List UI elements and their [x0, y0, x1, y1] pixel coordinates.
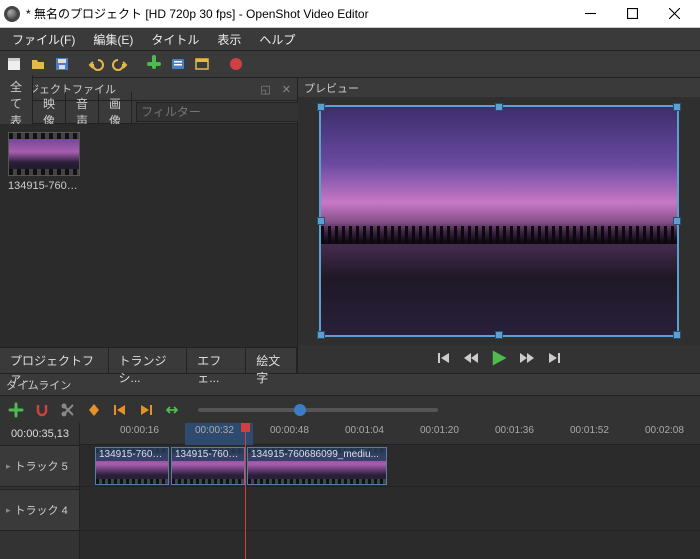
resize-handle[interactable] — [495, 103, 503, 111]
razor-button[interactable] — [58, 400, 78, 420]
track-4-header[interactable]: ▸トラック 4 — [0, 489, 79, 531]
timeline-ruler[interactable]: 00:00:16 00:00:32 00:00:48 00:01:04 00:0… — [80, 423, 700, 445]
track-area[interactable]: 00:00:16 00:00:32 00:00:48 00:01:04 00:0… — [80, 423, 700, 559]
fast-forward-button[interactable] — [519, 350, 535, 369]
tab-transitions[interactable]: トランジシ... — [109, 348, 188, 373]
undo-button[interactable] — [86, 54, 106, 74]
profile-button[interactable] — [168, 54, 188, 74]
project-file-item[interactable]: 134915-7606... — [8, 132, 80, 192]
left-panel-tabs: プロジェクトファ... トランジシ... エフェ... 絵文字 — [0, 347, 297, 373]
ruler-tick: 00:00:48 — [270, 425, 309, 436]
clip-label: 134915-760686... — [96, 448, 168, 461]
clip-label: 134915-760686... — [172, 448, 244, 461]
preview-frame[interactable] — [319, 105, 679, 337]
timeline-title: タイムライン — [6, 377, 71, 393]
next-marker-button[interactable] — [136, 400, 156, 420]
save-project-button[interactable] — [52, 54, 72, 74]
play-button[interactable] — [489, 348, 509, 371]
preview-viewport[interactable] — [298, 97, 700, 345]
thumbnail-label: 134915-7606... — [8, 180, 80, 192]
zoom-thumb[interactable] — [294, 404, 306, 416]
new-project-button[interactable] — [4, 54, 24, 74]
ruler-tick: 00:01:52 — [570, 425, 609, 436]
resize-handle[interactable] — [495, 331, 503, 339]
menu-view[interactable]: 表示 — [209, 29, 249, 50]
resize-handle[interactable] — [317, 331, 325, 339]
resize-handle[interactable] — [673, 331, 681, 339]
clip[interactable]: 134915-760686... — [95, 447, 169, 485]
minimize-button[interactable] — [578, 2, 602, 26]
export-button[interactable] — [226, 54, 246, 74]
tab-project-files[interactable]: プロジェクトファ... — [0, 348, 109, 373]
maximize-button[interactable] — [620, 2, 644, 26]
ruler-tick: 00:01:04 — [345, 425, 384, 436]
center-playhead-button[interactable] — [162, 400, 182, 420]
ruler-tick: 00:02:08 — [645, 425, 684, 436]
resize-handle[interactable] — [317, 103, 325, 111]
project-files-panel: プロジェクトファイル ◱ ✕ 全て表示 映像 音声 画像 134915-7606… — [0, 78, 298, 373]
window-title: * 無名のプロジェクト [HD 720p 30 fps] - OpenShot … — [26, 5, 578, 22]
menu-file[interactable]: ファイル(F) — [4, 29, 83, 50]
resize-handle[interactable] — [673, 217, 681, 225]
menubar: ファイル(F) 編集(E) タイトル 表示 ヘルプ — [0, 28, 700, 50]
jump-end-button[interactable] — [545, 350, 561, 369]
tab-effects[interactable]: エフェ... — [187, 348, 246, 373]
ruler-tick: 00:00:16 — [120, 425, 159, 436]
zoom-slider[interactable] — [198, 408, 438, 412]
window-titlebar: * 無名のプロジェクト [HD 720p 30 fps] - OpenShot … — [0, 0, 700, 28]
jump-start-button[interactable] — [437, 350, 453, 369]
filter-input[interactable] — [136, 102, 301, 122]
timecode-display: 00:00:35,13 — [0, 423, 80, 445]
track-5-header[interactable]: ▸トラック 5 — [0, 445, 79, 487]
menu-title[interactable]: タイトル — [143, 29, 207, 50]
project-files-list[interactable]: 134915-7606... — [0, 124, 297, 347]
ruler-tick: 00:01:36 — [495, 425, 534, 436]
resize-handle[interactable] — [317, 217, 325, 225]
clip[interactable]: 134915-760686099_mediu... — [247, 447, 387, 485]
playback-controls — [298, 345, 700, 373]
main-toolbar — [0, 50, 700, 78]
import-files-button[interactable] — [144, 54, 164, 74]
preview-panel: プレビュー — [298, 78, 700, 373]
menu-edit[interactable]: 編集(E) — [85, 29, 141, 50]
ruler-tick: 00:01:20 — [420, 425, 459, 436]
tab-emoji[interactable]: 絵文字 — [246, 348, 297, 373]
clip-label: 134915-760686099_mediu... — [248, 448, 386, 461]
close-panel-icon[interactable]: ✕ — [282, 83, 291, 96]
prev-marker-button[interactable] — [110, 400, 130, 420]
timeline: 00:00:35,13 ▸トラック 5 ▸トラック 4 00:00:16 00:… — [0, 423, 700, 559]
fullscreen-button[interactable] — [192, 54, 212, 74]
open-project-button[interactable] — [28, 54, 48, 74]
track-5-label: トラック 5 — [15, 458, 68, 474]
app-icon — [4, 6, 20, 22]
track-gutter: 00:00:35,13 ▸トラック 5 ▸トラック 4 — [0, 423, 80, 559]
snap-button[interactable] — [32, 400, 52, 420]
timeline-toolbar — [0, 395, 700, 423]
resize-handle[interactable] — [673, 103, 681, 111]
ruler-tick: 00:00:32 — [195, 425, 234, 436]
redo-button[interactable] — [110, 54, 130, 74]
menu-help[interactable]: ヘルプ — [251, 29, 303, 50]
thumbnail-icon — [8, 132, 80, 176]
filter-tabs: 全て表示 映像 音声 画像 — [0, 100, 297, 124]
preview-title: プレビュー — [304, 80, 359, 96]
add-track-button[interactable] — [6, 400, 26, 420]
track-4-lane[interactable] — [80, 489, 700, 531]
marker-button[interactable] — [84, 400, 104, 420]
undock-icon[interactable]: ◱ — [260, 83, 270, 96]
track-5-lane[interactable]: 134915-760686... 134915-760686... 134915… — [80, 445, 700, 487]
clip[interactable]: 134915-760686... — [171, 447, 245, 485]
playhead[interactable] — [245, 423, 246, 559]
track-4-label: トラック 4 — [15, 502, 68, 518]
close-button[interactable] — [662, 2, 686, 26]
rewind-button[interactable] — [463, 350, 479, 369]
